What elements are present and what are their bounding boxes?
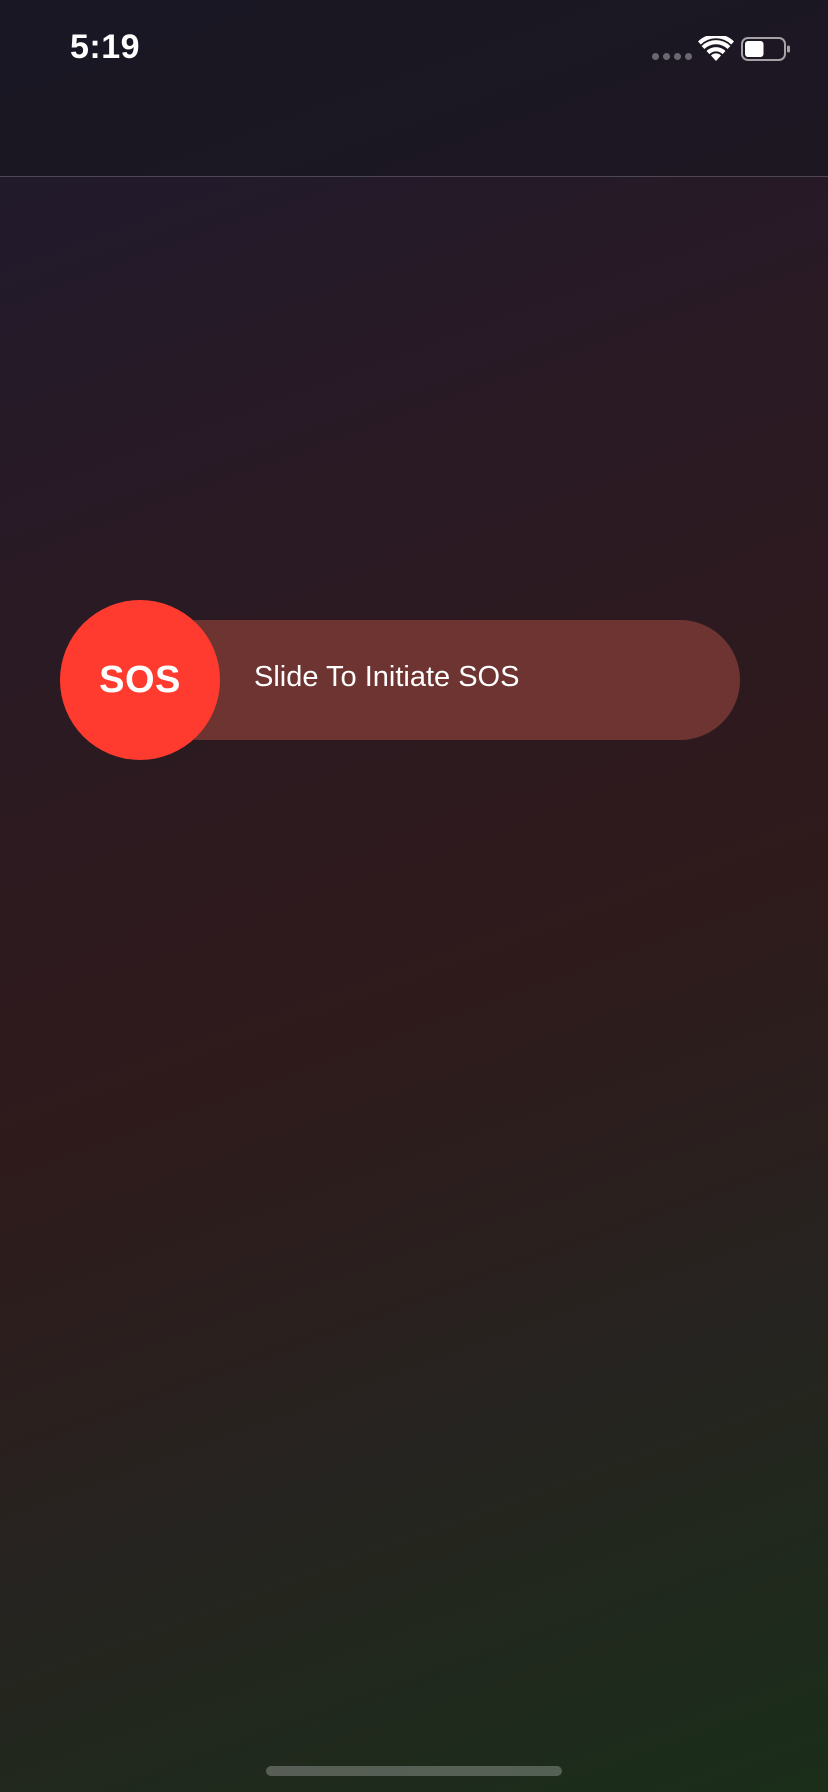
wifi-icon — [698, 36, 734, 61]
sos-knob-label: SOS — [99, 658, 181, 701]
sos-slider-knob[interactable]: SOS — [60, 600, 220, 760]
sos-slider-label: Slide To Initiate SOS — [254, 661, 520, 693]
battery-icon — [741, 37, 790, 61]
cellular-signal-icon — [652, 53, 692, 60]
status-time: 5:19 — [70, 28, 141, 66]
status-bar: 5:19 — [0, 0, 828, 177]
home-indicator[interactable] — [266, 1766, 562, 1776]
